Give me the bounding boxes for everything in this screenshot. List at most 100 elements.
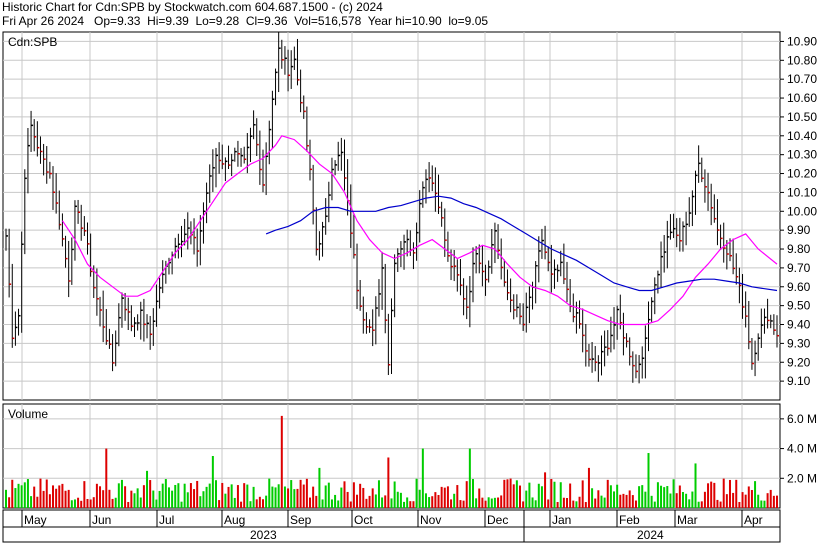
volume-bar [193, 489, 196, 508]
volume-bar [221, 482, 224, 508]
volume-bar [453, 493, 456, 508]
volume-bar [547, 499, 550, 508]
volume-bar [249, 501, 252, 508]
volume-bar [64, 490, 67, 508]
volume-bar [374, 494, 377, 508]
volume-bar [36, 496, 39, 508]
volume-bar [11, 479, 14, 508]
volume-bar [199, 496, 202, 508]
volume-bar [365, 498, 368, 508]
volume-bar [8, 497, 11, 508]
volume-y-tick-label: 2.0 M [787, 471, 817, 485]
volume-bar [108, 489, 111, 508]
volume-bar [340, 487, 343, 508]
volume-bar [77, 497, 80, 508]
month-label: Jun [92, 513, 111, 527]
volume-bar [321, 499, 324, 508]
volume-bar [349, 501, 352, 508]
volume-bar [713, 482, 716, 508]
volume-bar [669, 493, 672, 508]
price-y-tick-label: 9.10 [787, 374, 811, 388]
volume-bar [287, 488, 290, 508]
volume-bar [738, 502, 741, 508]
volume-bar [26, 479, 29, 508]
price-volume-chart: May Jun Jul Aug Sep Oct Nov Dec Jan Feb Mar Apr 2023… [2, 31, 817, 543]
volume-bar [58, 485, 61, 508]
volume-bar [377, 480, 380, 508]
volume-bar [534, 500, 537, 508]
volume-bar [356, 494, 359, 508]
volume-bar [236, 485, 239, 508]
volume-bar [625, 494, 628, 508]
volume-bar [146, 470, 149, 508]
volume-bar [252, 486, 255, 508]
volume-bar [531, 497, 534, 508]
volume-bar [114, 497, 117, 508]
volume-bar [747, 486, 750, 508]
price-y-tick-label: 10.10 [787, 185, 817, 199]
volume-bar [634, 500, 637, 508]
volume-bar [653, 501, 656, 508]
volume-bar [691, 491, 694, 508]
volume-bar [14, 488, 17, 508]
volume-bar [519, 485, 521, 508]
volume-bar [603, 497, 606, 508]
month-label: Oct [354, 513, 373, 527]
volume-bar [503, 479, 506, 508]
volume-bar [393, 481, 396, 508]
volume-bar [572, 500, 575, 508]
volume-bar [406, 497, 409, 508]
volume-bar [258, 496, 261, 508]
volume-bar [359, 483, 362, 508]
volume-bar [556, 502, 559, 508]
volume-bar [230, 484, 233, 508]
volume-bar [80, 500, 83, 508]
price-y-tick-label: 10.90 [787, 34, 817, 48]
volume-bar [309, 497, 312, 508]
month-label: Aug [224, 513, 245, 527]
volume-bar [512, 484, 515, 508]
volume-bar [381, 497, 384, 508]
volume-bar [506, 479, 509, 508]
volume-bar [164, 479, 167, 508]
volume-bar [581, 480, 584, 508]
price-y-tick-label: 9.20 [787, 355, 811, 369]
volume-bar [133, 493, 136, 508]
volume-bar [412, 501, 415, 508]
volume-bar [424, 493, 427, 508]
volume-bar [305, 478, 308, 508]
volume-bar [371, 488, 374, 508]
volume-bar [343, 481, 346, 508]
volume-bar [754, 481, 757, 508]
volume-bar [471, 479, 474, 508]
volume-bar [525, 490, 528, 508]
volume-bar [481, 497, 484, 508]
volume-bar [73, 499, 76, 508]
volume-bar [594, 498, 597, 508]
volume-bar [587, 467, 590, 508]
volume-bar [522, 501, 525, 508]
volume-bar [240, 501, 243, 508]
volume-bar [650, 495, 653, 508]
volume-bar [315, 495, 318, 508]
volume-bar [769, 489, 772, 508]
volume-bar [99, 486, 102, 508]
volume-bar [725, 494, 728, 508]
volume-bar [678, 485, 681, 508]
volume-bar [293, 489, 296, 508]
volume-bar [609, 485, 612, 508]
volume-bar [591, 488, 594, 508]
volume-bar [428, 497, 431, 508]
price-y-tick-label: 10.70 [787, 72, 817, 86]
volume-bar [5, 489, 7, 508]
volume-bar [334, 494, 337, 508]
price-y-tick-label: 10.50 [787, 110, 817, 124]
volume-bar [390, 498, 393, 508]
volume-bar [302, 484, 305, 508]
volume-bar [224, 493, 227, 508]
price-y-tick-label: 9.50 [787, 299, 811, 313]
volume-bar [697, 501, 700, 508]
volume-bar [136, 488, 139, 508]
volume-bar [23, 482, 26, 508]
volume-bar [575, 501, 578, 508]
